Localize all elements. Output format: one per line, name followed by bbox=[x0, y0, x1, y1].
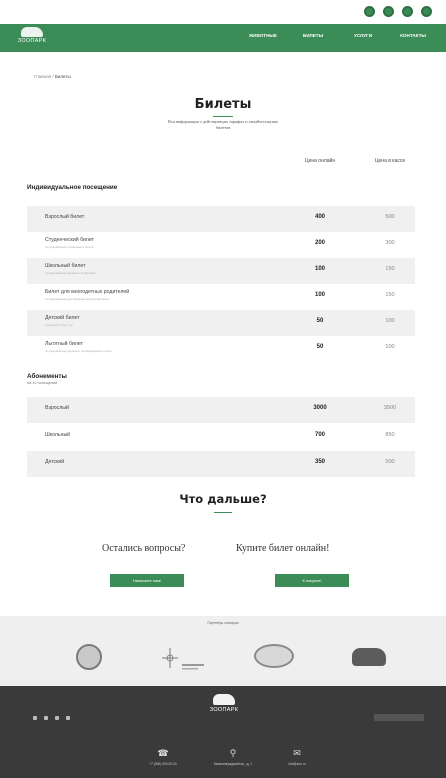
address-text: Калининградский пр., д. 1 bbox=[213, 762, 253, 766]
youtube-icon[interactable] bbox=[55, 716, 59, 720]
buy-button[interactable]: К покупке! bbox=[275, 574, 349, 587]
subscription-name: Взрослый bbox=[45, 405, 69, 411]
partners-section: Партнёры зоопарка bbox=[0, 616, 446, 686]
breadcrumb-current: Билеты bbox=[54, 74, 71, 79]
phone-icon: ☎ bbox=[157, 748, 169, 758]
logo-text: ЗООПАРК bbox=[17, 38, 47, 44]
nav-item-tickets[interactable]: Билеты bbox=[288, 33, 338, 38]
table-row: Взрослый билет 400 500 bbox=[27, 206, 415, 232]
price-cashier: 850 bbox=[385, 432, 395, 438]
section-heading-subscriptions: Абонементы bbox=[27, 373, 67, 380]
table-row: Студенческий билет по предъявлению студе… bbox=[27, 232, 415, 258]
breadcrumb-home[interactable]: Главная bbox=[34, 74, 51, 79]
location-pin-icon: ⚲ bbox=[229, 748, 237, 758]
ticket-note: по предъявлению студенческого билета bbox=[45, 246, 94, 249]
write-us-button[interactable]: Напишите нам! bbox=[110, 574, 184, 587]
table-row: Детский билет для детей от 3 до 7 лет 50… bbox=[27, 310, 415, 336]
whats-next-underline bbox=[214, 512, 232, 513]
footer-logo-text: ЗООПАРК bbox=[209, 707, 239, 713]
header: ЗООПАРК Животные Билеты Услуги Контакты bbox=[0, 24, 446, 52]
youtube-icon[interactable] bbox=[402, 6, 413, 17]
ticket-name: Студенческий билет bbox=[45, 237, 95, 243]
rhino-logo-icon[interactable] bbox=[352, 648, 386, 666]
phone-text: +7 (000) 000-00-00 bbox=[149, 762, 177, 766]
table-row: Школьный билет по предъявлению документа… bbox=[27, 258, 415, 284]
partner-logo-emblem[interactable] bbox=[76, 644, 102, 670]
nav-item-services[interactable]: Услуги bbox=[338, 33, 388, 38]
telegram-icon[interactable] bbox=[383, 6, 394, 17]
partner-logo-cross[interactable] bbox=[160, 644, 208, 674]
price-online: 100 bbox=[314, 266, 325, 272]
table-row: Льготный билет по предъявлению документа… bbox=[27, 336, 415, 362]
whats-next-title: Что дальше? bbox=[179, 492, 267, 506]
price-online: 100 bbox=[314, 292, 325, 298]
table-row: Билет для многодетных родителей по предъ… bbox=[27, 284, 415, 310]
subscription-name: Детский bbox=[45, 459, 65, 465]
footer-phone[interactable]: ☎ +7 (000) 000-00-00 bbox=[128, 748, 198, 766]
table-row: Детский 350 500 bbox=[27, 451, 415, 477]
main-nav: Животные Билеты Услуги Контакты bbox=[238, 33, 438, 38]
footer-search-input[interactable] bbox=[374, 714, 424, 721]
page-subtitle: Вся информация о действующих тарифах и о… bbox=[167, 119, 279, 131]
vk-icon[interactable] bbox=[33, 716, 37, 720]
ticket-name: Школьный билет bbox=[45, 263, 86, 269]
ticket-name: Взрослый билет bbox=[45, 214, 85, 220]
price-cashier: 100 bbox=[385, 344, 395, 350]
price-cashier: 150 bbox=[385, 292, 395, 298]
price-online: 50 bbox=[316, 318, 324, 324]
top-bar bbox=[0, 0, 446, 24]
questions-text: Остались вопросы? bbox=[102, 543, 186, 554]
polar-bear-icon bbox=[213, 694, 235, 705]
price-online: 350 bbox=[314, 459, 325, 465]
price-cashier: 300 bbox=[385, 240, 395, 246]
price-cashier: 150 bbox=[385, 266, 395, 272]
ticket-name: Билет для многодетных родителей bbox=[45, 289, 130, 295]
footer-address[interactable]: ⚲ Калининградский пр., д. 1 bbox=[198, 748, 268, 766]
buy-online-text: Купите билет онлайн! bbox=[236, 543, 330, 554]
breadcrumb: Главная / Билеты bbox=[34, 74, 71, 79]
price-online: 50 bbox=[316, 344, 324, 350]
mail-icon: ✉ bbox=[293, 748, 301, 758]
partners-title: Партнёры зоопарка bbox=[207, 621, 239, 625]
ticket-note: по предъявлению удостоверения многодетно… bbox=[45, 298, 110, 301]
telegram-icon[interactable] bbox=[44, 716, 48, 720]
section-subheading-subscriptions: на 10 посещений bbox=[27, 381, 58, 385]
footer: ЗООПАРК ☎ +7 (000) 000-00-00 ⚲ Калинингр… bbox=[0, 686, 446, 778]
footer-email[interactable]: ✉ info@zoo.ru bbox=[262, 748, 332, 766]
ok-icon[interactable] bbox=[421, 6, 432, 17]
price-cashier: 3500 bbox=[383, 405, 397, 411]
email-text: info@zoo.ru bbox=[288, 762, 306, 766]
price-online: 200 bbox=[314, 240, 325, 246]
price-cashier: 100 bbox=[385, 318, 395, 324]
table-row: Взрослый 3000 3500 bbox=[27, 397, 415, 423]
footer-socials bbox=[33, 716, 70, 720]
column-header-online: Цена онлайн bbox=[304, 158, 336, 164]
price-cashier: 500 bbox=[385, 214, 395, 220]
table-row: Школьный 700 850 bbox=[27, 424, 415, 450]
ticket-note: по предъявлению документа, подтверждающе… bbox=[45, 350, 112, 353]
price-online: 700 bbox=[314, 432, 325, 438]
ticket-note: по предъявлению документа об обучении bbox=[45, 272, 96, 275]
ticket-name: Льготный билет bbox=[45, 341, 83, 347]
ticket-name: Детский билет bbox=[45, 315, 80, 321]
price-cashier: 500 bbox=[385, 459, 395, 465]
title-underline bbox=[213, 116, 233, 117]
price-online: 3000 bbox=[313, 405, 327, 411]
section-heading-individual: Индивидуальное посещение bbox=[27, 184, 118, 191]
partner-logo-oval[interactable] bbox=[254, 644, 294, 668]
polar-bear-icon bbox=[21, 27, 43, 37]
nav-item-contacts[interactable]: Контакты bbox=[388, 33, 438, 38]
page-title: Билеты bbox=[194, 97, 252, 112]
nav-item-animals[interactable]: Животные bbox=[238, 33, 288, 38]
ok-icon[interactable] bbox=[66, 716, 70, 720]
subscription-name: Школьный bbox=[45, 432, 71, 438]
ticket-note: для детей от 3 до 7 лет bbox=[45, 324, 74, 327]
site-logo[interactable]: ЗООПАРК bbox=[14, 27, 50, 49]
price-online: 400 bbox=[314, 214, 325, 220]
breadcrumb-separator: / bbox=[52, 74, 54, 79]
vk-icon[interactable] bbox=[364, 6, 375, 17]
column-header-cashier: Цена в кассе bbox=[374, 158, 406, 164]
top-icons bbox=[364, 6, 432, 17]
footer-logo[interactable]: ЗООПАРК bbox=[206, 694, 242, 720]
